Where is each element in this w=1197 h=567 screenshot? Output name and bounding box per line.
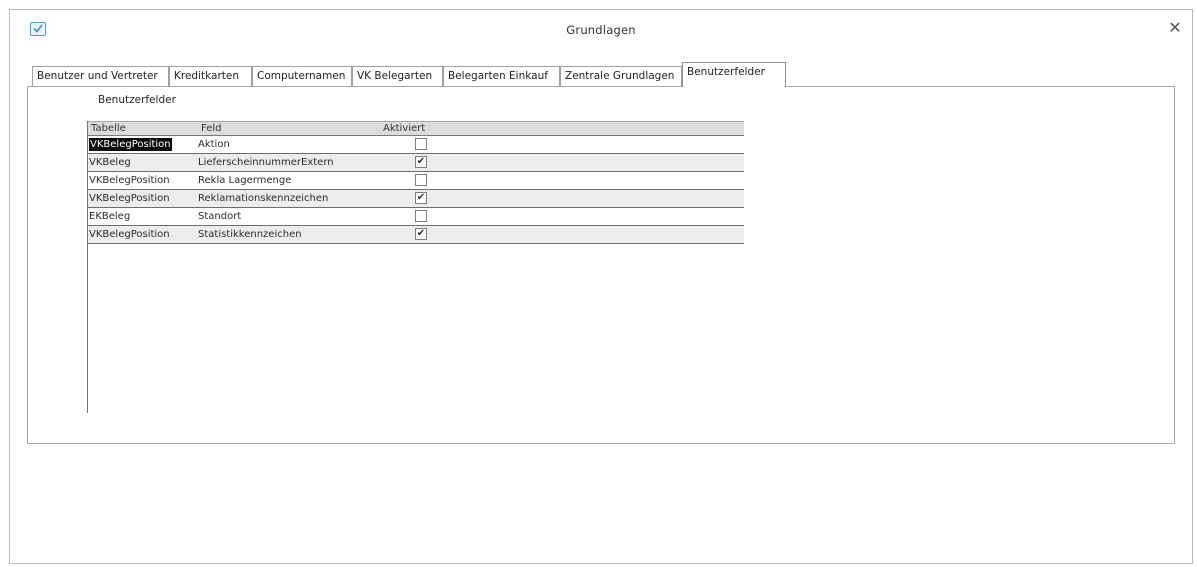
group-label: Benutzerfelder — [98, 94, 176, 106]
cell-tabelle[interactable]: VKBelegPosition — [89, 172, 170, 189]
cell-feld[interactable]: LieferscheinnummerExtern — [198, 154, 334, 171]
cell-aktiviert[interactable] — [415, 172, 455, 189]
column-header-aktiviert[interactable]: Aktiviert — [380, 122, 425, 136]
grundlagen-dialog: Grundlagen ✕ Benutzer und Vertreter Kred… — [9, 9, 1193, 564]
tab-vk-belegarten[interactable]: VK Belegarten — [352, 66, 443, 86]
aktiviert-checkbox[interactable] — [415, 138, 427, 150]
table-row[interactable]: VKBeleg LieferscheinnummerExtern ✔ — [88, 154, 744, 172]
tab-kreditkarten[interactable]: Kreditkarten — [169, 66, 252, 86]
aktiviert-checkbox[interactable]: ✔ — [415, 228, 427, 240]
cell-aktiviert[interactable] — [415, 136, 455, 153]
cell-feld[interactable]: Standort — [198, 208, 241, 225]
aktiviert-checkbox[interactable] — [415, 174, 427, 186]
benutzerfelder-grid[interactable]: Tabelle Feld Aktiviert VKBelegPosition A… — [87, 121, 744, 413]
cell-tabelle[interactable]: VKBelegPosition — [89, 138, 172, 151]
column-header-tabelle[interactable]: Tabelle — [88, 122, 126, 136]
tab-benutzerfelder[interactable]: Benutzerfelder — [682, 62, 786, 87]
table-row[interactable]: VKBelegPosition Aktion — [88, 136, 744, 154]
table-row[interactable]: VKBelegPosition Reklamationskennzeichen … — [88, 190, 744, 208]
column-header-feld[interactable]: Feld — [198, 122, 221, 136]
cell-aktiviert[interactable]: ✔ — [415, 226, 455, 243]
table-row[interactable]: VKBelegPosition Rekla Lagermenge — [88, 172, 744, 190]
aktiviert-checkbox[interactable]: ✔ — [415, 156, 427, 168]
cell-aktiviert[interactable]: ✔ — [415, 154, 455, 171]
benutzerfelder-panel: Benutzerfelder Tabelle Feld Aktiviert VK… — [27, 86, 1175, 444]
window-title: Grundlagen — [566, 23, 636, 37]
cell-tabelle[interactable]: VKBeleg — [89, 154, 131, 171]
aktiviert-checkbox[interactable]: ✔ — [415, 192, 427, 204]
cell-feld[interactable]: Statistikkennzeichen — [198, 226, 302, 243]
cell-feld[interactable]: Aktion — [198, 136, 230, 153]
cell-feld[interactable]: Reklamationskennzeichen — [198, 190, 328, 207]
table-row[interactable]: EKBeleg Standort — [88, 208, 744, 226]
tab-zentrale-grundlagen[interactable]: Zentrale Grundlagen — [560, 66, 682, 86]
table-row[interactable]: VKBelegPosition Statistikkennzeichen ✔ — [88, 226, 744, 244]
tab-strip: Benutzer und Vertreter Kreditkarten Comp… — [32, 62, 1032, 87]
cell-aktiviert[interactable] — [415, 208, 455, 225]
tab-computernamen[interactable]: Computernamen — [252, 66, 352, 86]
cell-tabelle[interactable]: VKBelegPosition — [89, 226, 170, 243]
cell-tabelle[interactable]: EKBeleg — [89, 208, 130, 225]
cell-feld[interactable]: Rekla Lagermenge — [198, 172, 291, 189]
title-bar: Grundlagen ✕ — [10, 10, 1192, 46]
close-icon[interactable]: ✕ — [1164, 17, 1186, 39]
cell-tabelle[interactable]: VKBelegPosition — [89, 190, 170, 207]
aktiviert-checkbox[interactable] — [415, 210, 427, 222]
grid-header: Tabelle Feld Aktiviert — [88, 121, 744, 136]
cell-aktiviert[interactable]: ✔ — [415, 190, 455, 207]
tab-benutzer-und-vertreter[interactable]: Benutzer und Vertreter — [32, 66, 169, 86]
tab-belegarten-einkauf[interactable]: Belegarten Einkauf — [443, 66, 560, 86]
